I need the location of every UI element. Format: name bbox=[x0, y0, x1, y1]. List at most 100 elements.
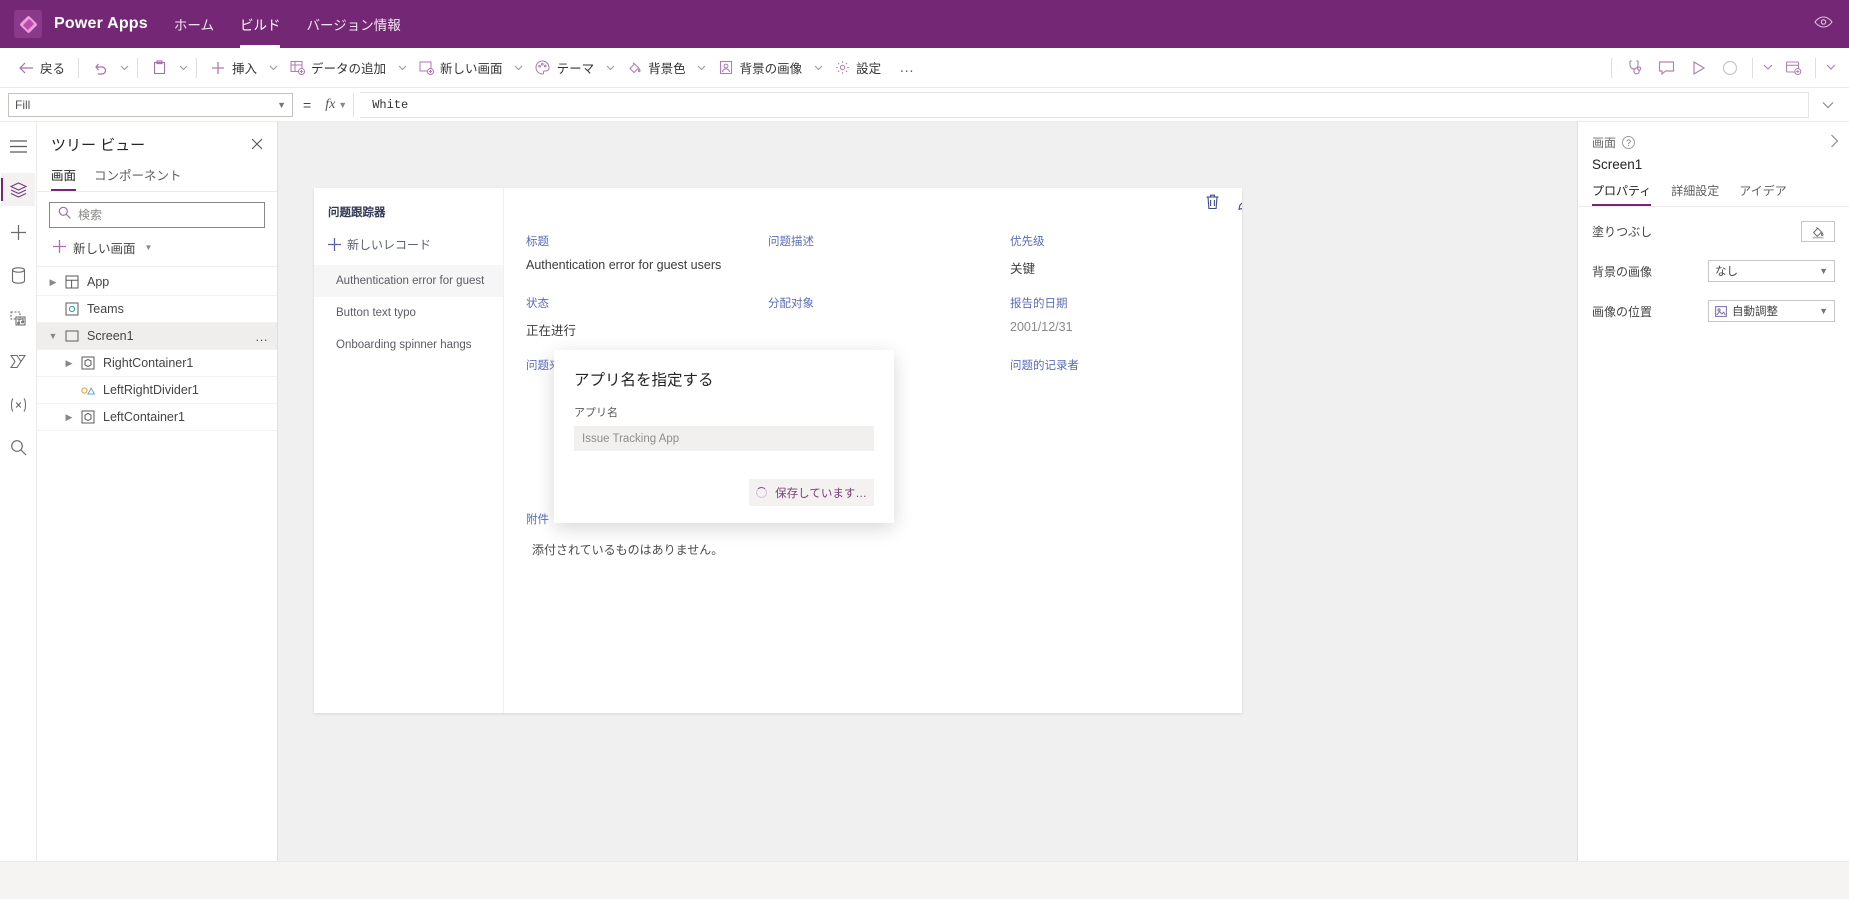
property-selector[interactable]: Fill ▼ bbox=[8, 92, 293, 117]
dialog-title: アプリ名を指定する bbox=[574, 372, 714, 389]
settings-button[interactable]: 設定 bbox=[826, 53, 889, 83]
toolbar-overflow-button[interactable]: … bbox=[889, 59, 925, 76]
undo-button[interactable] bbox=[84, 53, 116, 83]
save-button[interactable]: 保存しています… bbox=[749, 479, 874, 506]
paste-button[interactable] bbox=[143, 53, 175, 83]
save-icon[interactable] bbox=[1778, 53, 1808, 83]
tab-components[interactable]: コンポーネント bbox=[94, 165, 182, 191]
nav-item-build[interactable]: ビルド bbox=[239, 0, 280, 48]
paste-chevron-icon[interactable] bbox=[175, 55, 191, 81]
chevron-right-icon[interactable] bbox=[1830, 134, 1839, 151]
brand-title: Power Apps bbox=[54, 15, 148, 32]
search-icon[interactable] bbox=[1, 431, 35, 464]
publish-chevron-icon[interactable] bbox=[1760, 55, 1776, 81]
back-button[interactable]: 戻る bbox=[10, 53, 73, 83]
theme-chevron-icon[interactable] bbox=[602, 55, 618, 81]
logo-diamond-icon bbox=[18, 14, 38, 34]
comment-icon[interactable] bbox=[1651, 53, 1681, 83]
nav-item-version-info[interactable]: バージョン情報 bbox=[306, 0, 400, 48]
tree-node-app[interactable]: ▶ App bbox=[37, 269, 277, 296]
chevron-right-icon[interactable]: ▶ bbox=[45, 277, 61, 288]
new-screen-button[interactable]: 新しい画面 bbox=[410, 53, 511, 83]
tree-view-icon[interactable] bbox=[1, 173, 35, 206]
new-screen-tree-label: 新しい画面 bbox=[73, 242, 136, 256]
tree-search-box[interactable] bbox=[49, 202, 265, 228]
nav-item-home[interactable]: ホーム bbox=[174, 0, 214, 48]
tab-advanced[interactable]: 詳細設定 bbox=[1671, 182, 1719, 206]
formula-expand-icon[interactable] bbox=[1815, 101, 1841, 109]
add-data-chevron-icon[interactable] bbox=[394, 55, 410, 81]
screen-icon bbox=[61, 330, 83, 342]
tab-properties[interactable]: プロパティ bbox=[1592, 182, 1652, 206]
app-icon bbox=[61, 275, 83, 289]
tree-node-screen1[interactable]: ▼ Screen1 … bbox=[37, 323, 277, 350]
tree-node-leftrightdivider1[interactable]: LeftRightDivider1 bbox=[37, 377, 277, 404]
canvas-area: 问题跟踪器 新しいレコード Authentication error for g… bbox=[278, 122, 1577, 861]
power-apps-studio: Power Apps ホーム ビルド バージョン情報 戻る 挿入 データの追加 … bbox=[0, 0, 1849, 899]
toolbar-divider bbox=[1752, 57, 1753, 78]
new-screen-tree-button[interactable]: 新しい画面 ▼ bbox=[37, 234, 277, 267]
play-icon[interactable] bbox=[1683, 53, 1713, 83]
variables-icon[interactable] bbox=[1, 388, 35, 421]
power-automate-icon[interactable] bbox=[1, 345, 35, 378]
background-image-select[interactable]: なし ▼ bbox=[1708, 260, 1835, 282]
teams-icon bbox=[61, 302, 83, 316]
insert-button[interactable]: 挿入 bbox=[202, 53, 265, 83]
background-image-chevron-icon[interactable] bbox=[810, 55, 826, 81]
properties-kind-label: 画面 bbox=[1592, 136, 1617, 150]
background-color-chevron-icon[interactable] bbox=[694, 55, 710, 81]
chevron-down-icon: ▼ bbox=[1819, 266, 1828, 276]
search-icon bbox=[58, 206, 71, 224]
search-input[interactable] bbox=[78, 208, 256, 222]
menu-icon[interactable] bbox=[1, 130, 35, 163]
eye-icon[interactable] bbox=[1814, 15, 1833, 34]
image-position-value: 自動調整 bbox=[1732, 306, 1778, 318]
tree-list: ▶ App Teams ▼ Screen1 … ▶ RightContainer… bbox=[37, 267, 277, 431]
tree-node-leftcontainer1[interactable]: ▶ LeftContainer1 bbox=[37, 404, 277, 431]
theme-button[interactable]: テーマ bbox=[527, 53, 603, 83]
spinner-icon bbox=[756, 487, 768, 498]
chevron-down-icon[interactable]: ▼ bbox=[45, 331, 61, 341]
toolbar-divider bbox=[137, 57, 139, 78]
tree-panel-tabs: 画面 コンポーネント bbox=[37, 161, 277, 192]
fill-color-picker[interactable] bbox=[1801, 221, 1835, 242]
insert-chevron-icon[interactable] bbox=[265, 55, 281, 81]
background-image-button[interactable]: 背景の画像 bbox=[710, 53, 811, 83]
tree-view-panel: ツリー ビュー 画面 コンポーネント 検索 新しい画面 ▼ ▶ App Team… bbox=[37, 122, 278, 861]
insert-icon[interactable] bbox=[1, 216, 35, 249]
undo-icon bbox=[92, 60, 108, 76]
chevron-down-icon: ▼ bbox=[1819, 306, 1828, 316]
chevron-right-icon[interactable]: ▶ bbox=[61, 358, 77, 369]
chevron-right-icon[interactable]: ▶ bbox=[61, 412, 77, 423]
back-label: 戻る bbox=[40, 62, 66, 76]
close-icon[interactable] bbox=[247, 135, 267, 155]
property-selector-value: Fill bbox=[15, 97, 31, 112]
media-icon[interactable] bbox=[1, 302, 35, 335]
image-icon bbox=[718, 60, 734, 76]
formula-input[interactable]: White bbox=[360, 91, 1809, 118]
tree-node-label: Teams bbox=[87, 302, 124, 316]
new-screen-label: 新しい画面 bbox=[440, 62, 503, 76]
background-color-button[interactable]: 背景色 bbox=[618, 53, 694, 83]
circle-icon[interactable] bbox=[1715, 53, 1745, 83]
command-toolbar: 戻る 挿入 データの追加 新しい画面 テーマ 背景色 背景の画像 設定 … bbox=[0, 48, 1849, 88]
tab-ideas[interactable]: アイデア bbox=[1739, 182, 1786, 206]
formula-bar: Fill ▼ = fx ▼ White bbox=[0, 88, 1849, 122]
save-chevron-icon[interactable] bbox=[1823, 55, 1839, 81]
property-row-background-image: 背景の画像 なし ▼ bbox=[1578, 251, 1849, 291]
fx-button[interactable]: fx ▼ bbox=[321, 92, 355, 117]
image-position-select[interactable]: 自動調整 ▼ bbox=[1708, 300, 1835, 322]
undo-chevron-icon[interactable] bbox=[116, 55, 132, 81]
data-icon[interactable] bbox=[1, 259, 35, 292]
status-bar bbox=[0, 861, 1849, 899]
new-screen-chevron-icon[interactable] bbox=[511, 55, 527, 81]
tab-screens[interactable]: 画面 bbox=[51, 165, 77, 191]
add-data-button[interactable]: データの追加 bbox=[281, 53, 394, 83]
tree-node-overflow-button[interactable]: … bbox=[255, 329, 269, 344]
question-icon[interactable]: ? bbox=[1622, 136, 1636, 149]
tree-node-teams[interactable]: Teams bbox=[37, 296, 277, 323]
app-name-input[interactable]: Issue Tracking App bbox=[574, 426, 874, 451]
tree-node-rightcontainer1[interactable]: ▶ RightContainer1 bbox=[37, 350, 277, 377]
property-label: 画像の位置 bbox=[1592, 304, 1653, 319]
app-checker-icon[interactable] bbox=[1619, 53, 1649, 83]
